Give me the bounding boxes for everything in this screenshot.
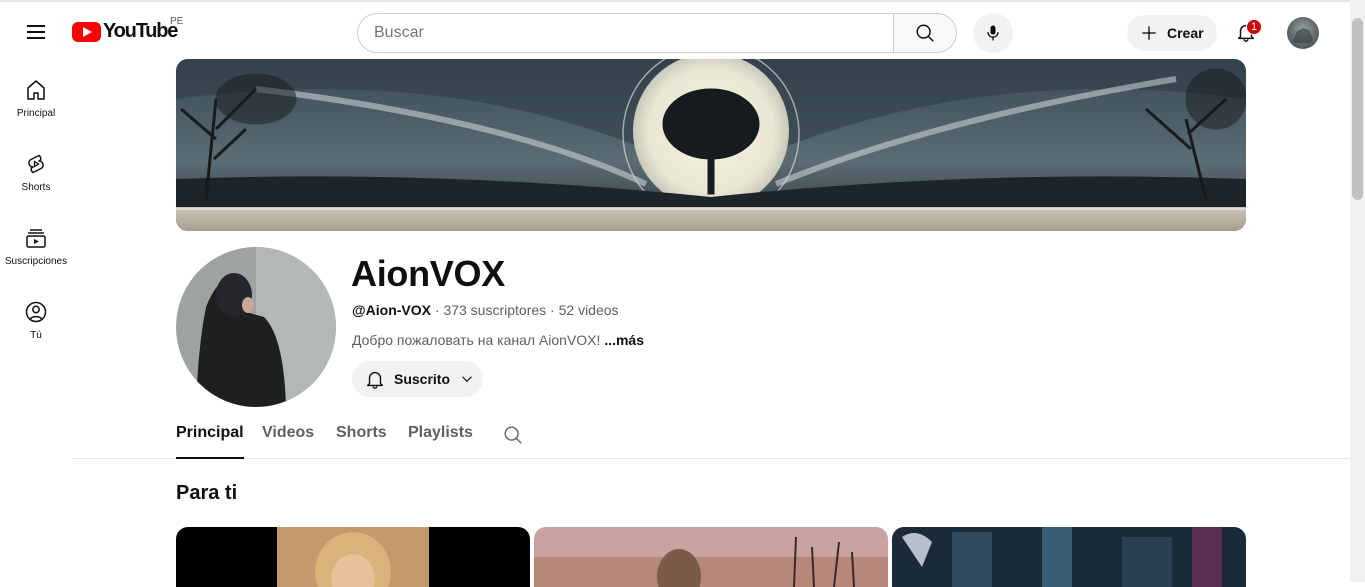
- meta-separator: ·: [550, 302, 555, 318]
- tab-shorts[interactable]: Shorts: [336, 424, 387, 459]
- home-icon: [27, 80, 45, 100]
- youtube-logo[interactable]: YouTube PE: [72, 16, 183, 43]
- menu-button[interactable]: [20, 16, 52, 48]
- sidebar-item-label: Principal: [16, 108, 56, 119]
- search-icon: [916, 24, 934, 42]
- create-label: Crear: [1167, 25, 1204, 41]
- you-icon: [25, 301, 47, 323]
- channel-name: AionVOX: [351, 253, 505, 294]
- microphone-icon: [987, 25, 999, 41]
- meta-separator: ·: [434, 302, 440, 318]
- banner-image: [176, 59, 1246, 231]
- subscriptions-icon: [26, 229, 46, 248]
- tab-playlists[interactable]: Playlists: [408, 424, 473, 459]
- tab-principal[interactable]: Principal: [176, 424, 244, 459]
- sidebar-item-label: Tú: [30, 330, 42, 341]
- video-thumbnail[interactable]: [534, 527, 888, 587]
- tab-videos[interactable]: Videos: [262, 424, 314, 459]
- sidebar-item-you[interactable]: Tú: [0, 292, 72, 366]
- channel-avatar-image: [176, 247, 336, 407]
- search-input[interactable]: [357, 13, 893, 53]
- channel-description[interactable]: Добро пожаловать на канал AionVOX! ...má…: [352, 332, 644, 348]
- thumbnail-image: [892, 527, 1246, 587]
- sidebar-item-principal[interactable]: Principal: [0, 70, 72, 144]
- video-count: 52 videos: [558, 302, 619, 318]
- sidebar-item-shorts[interactable]: Shorts: [0, 144, 72, 218]
- sidebar-item-subscriptions[interactable]: Suscripciones: [0, 218, 72, 292]
- channel-meta: @Aion-VOX · 373 suscriptores · 52 videos: [352, 302, 619, 318]
- country-code: PE: [170, 16, 184, 27]
- account-avatar[interactable]: [1287, 17, 1319, 49]
- search-bar: [357, 13, 957, 53]
- menu-icon-line: [27, 37, 45, 39]
- channel-search-button[interactable]: [502, 424, 524, 451]
- menu-icon-line: [27, 31, 45, 33]
- mini-guide: Principal Shorts Suscripciones Tú: [0, 70, 72, 366]
- channel-tabs: Principal Videos Shorts Playlists: [72, 416, 1350, 459]
- subscribe-label: Suscrito: [394, 371, 451, 387]
- section-title: Para ti: [176, 482, 238, 504]
- channel-handle: @Aion-VOX: [352, 302, 431, 318]
- video-thumbnail[interactable]: [176, 527, 530, 587]
- chevron-down-icon: [462, 376, 472, 383]
- menu-icon-line: [27, 25, 45, 27]
- top-bar: YouTube PE Crear 1: [0, 0, 1350, 58]
- sidebar-item-label: Shorts: [21, 182, 51, 193]
- plus-icon: [1142, 26, 1156, 40]
- page-scrollbar[interactable]: [1350, 0, 1365, 582]
- search-icon: [504, 426, 522, 444]
- channel-avatar[interactable]: [176, 247, 336, 407]
- scrollbar-thumb[interactable]: [1352, 18, 1363, 200]
- notification-badge: 1: [1246, 19, 1263, 35]
- youtube-play-icon: [72, 21, 101, 42]
- logo-text: YouTube: [103, 20, 178, 42]
- video-thumbnail[interactable]: [892, 527, 1246, 587]
- bell-icon: [366, 371, 384, 389]
- description-text: Добро пожаловать на канал AionVOX!: [352, 332, 601, 348]
- avatar-image-icon: [1293, 28, 1313, 43]
- create-button[interactable]: Crear: [1127, 15, 1217, 51]
- subscriber-count: 373 suscriptores: [443, 302, 547, 318]
- thumbnail-image: [534, 527, 888, 587]
- channel-banner: [176, 59, 1246, 231]
- thumbnail-image: [176, 527, 530, 587]
- search-button[interactable]: [893, 13, 957, 53]
- sidebar-item-label: Suscripciones: [4, 256, 68, 267]
- more-link[interactable]: ...más: [604, 332, 644, 348]
- subscribed-button[interactable]: Suscrito: [352, 361, 483, 397]
- shorts-icon: [28, 154, 44, 174]
- voice-search-button[interactable]: [973, 13, 1013, 53]
